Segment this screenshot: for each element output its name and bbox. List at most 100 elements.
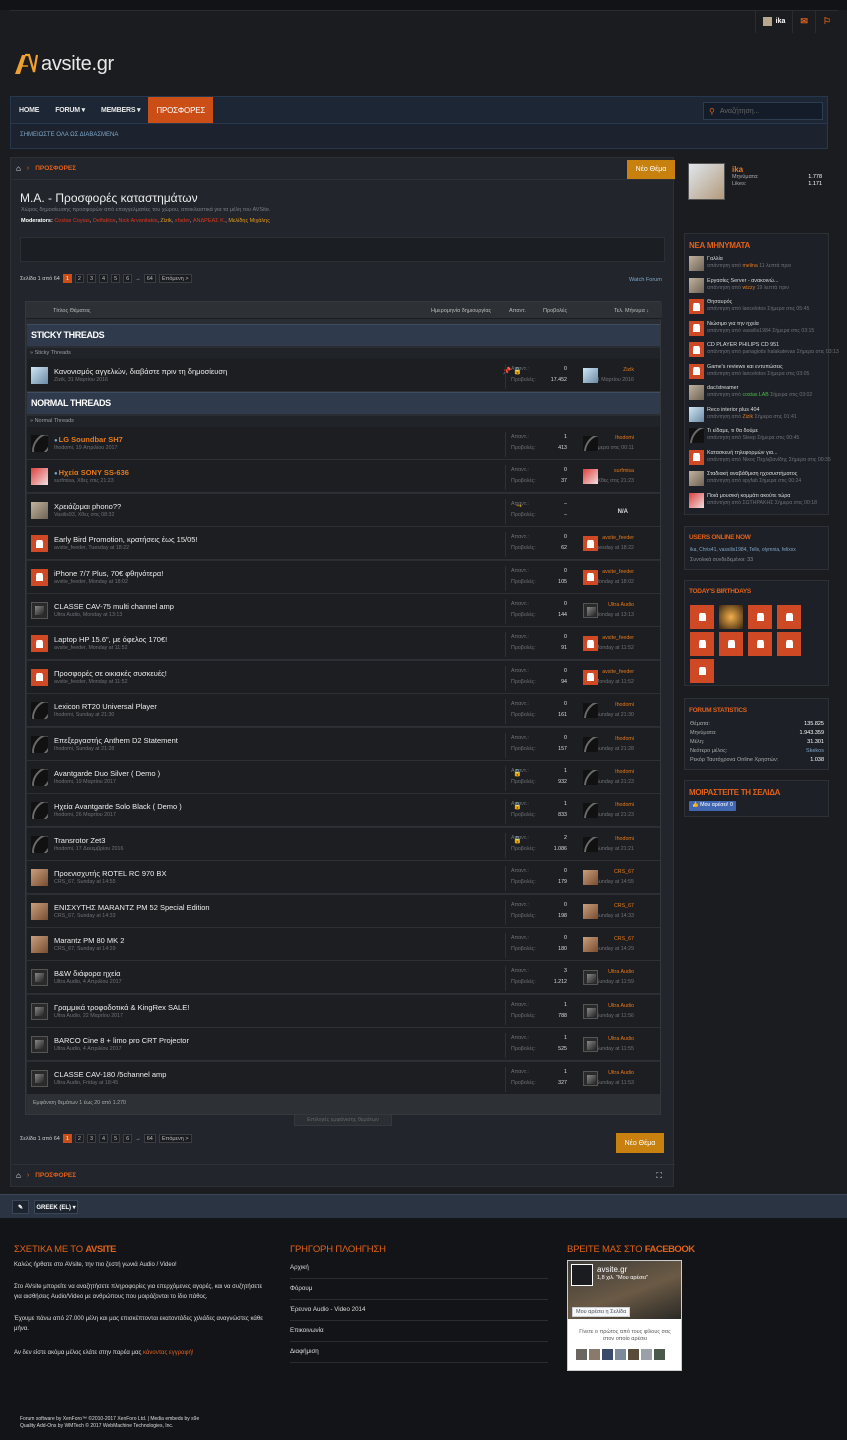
thread-title-link[interactable]: CLASSE CAV-75 multi channel amp — [54, 602, 174, 611]
facebook-like-button[interactable]: 👍 Μου αρέσει! 0 — [689, 801, 736, 811]
thread-title-link[interactable]: ●LG Soundbar SH7 — [54, 435, 123, 444]
thread-title-text[interactable]: Ηχεία Avantgarde Solo Black ( Demo ) — [54, 802, 182, 811]
page-link[interactable]: 6 — [123, 1134, 133, 1143]
birthday-avatar[interactable] — [690, 659, 714, 683]
page-link[interactable]: 3 — [86, 1134, 97, 1143]
display-options-button[interactable]: Επιλογές εμφάνισης θεμάτων — [294, 1114, 392, 1126]
last-poster-avatar[interactable] — [583, 1037, 598, 1053]
last-poster-avatar[interactable] — [583, 736, 598, 752]
birthday-avatar[interactable] — [690, 605, 714, 629]
new-post-title[interactable]: Γαλλία — [707, 256, 723, 262]
thread-title-link[interactable]: Κανονισμός αγγελιών, διαβάστε πριν τη δη… — [54, 367, 227, 376]
alerts-button[interactable]: ⚐ — [814, 10, 838, 33]
thread-title-text[interactable]: Avantgarde Duo Silver ( Demo ) — [54, 769, 160, 778]
thread-title-text[interactable]: CLASSE CAV-75 multi channel amp — [54, 602, 174, 611]
nav-forum[interactable]: FORUM ▾ — [47, 97, 93, 123]
search-input[interactable]: ⚲ Αναζήτηση... — [703, 102, 823, 120]
col-views[interactable]: Προβολές — [543, 308, 567, 314]
thread-row[interactable]: CLASSE CAV-75 multi channel amp Ultra Aud… — [27, 594, 660, 627]
footer-link-home[interactable]: Αρχική — [290, 1258, 548, 1279]
thread-row[interactable]: ΕΝΙΣΧΥΤΗΣ MARANTZ PM 52 Special Edition C… — [27, 894, 660, 928]
thread-title-link[interactable]: Επεξεργαστής Anthem D2 Statement — [54, 736, 178, 745]
author-avatar[interactable] — [31, 568, 48, 586]
last-poster-avatar[interactable] — [583, 1003, 598, 1019]
thread-title-text[interactable]: Γραμμικά τροφοδοτικά & KingRex SALE! — [54, 1003, 189, 1012]
thread-title-text[interactable]: Κανονισμός αγγελιών, διαβάστε πριν τη δη… — [54, 367, 227, 376]
thread-title-text[interactable]: BARCO Cine 8 + limo pro CRT Projector — [54, 1036, 189, 1045]
author-avatar[interactable] — [31, 802, 48, 820]
page-link[interactable]: 1 — [62, 274, 72, 283]
author-avatar[interactable] — [31, 869, 48, 887]
style-chooser-button[interactable]: ✎ — [12, 1200, 29, 1214]
new-post-item[interactable]: Γαλλία απάντηση από melina 11 λεπτά πριν — [689, 256, 827, 271]
author-avatar[interactable] — [31, 468, 48, 486]
watch-forum-link[interactable]: Watch Forum — [629, 277, 662, 283]
footer-link-forum[interactable]: Φόρουμ — [290, 1279, 548, 1300]
new-post-title[interactable]: Τι είδαμε, τι θα δούμε — [707, 428, 758, 434]
new-post-title[interactable]: Θησαυρός — [707, 299, 732, 305]
author-avatar[interactable] — [31, 1036, 48, 1054]
newest-member-link[interactable]: Skekos — [806, 748, 824, 754]
thread-title-link[interactable]: Transrotor Zet3 — [54, 836, 105, 845]
col-replies[interactable]: Απαντ. — [509, 308, 526, 314]
thread-row[interactable]: Ηχεία Avantgarde Solo Black ( Demo ) Ihod… — [27, 794, 660, 828]
thread-row[interactable]: Laptop HP 15.6", με όφελος 170€! avsite_f… — [27, 627, 660, 661]
facebook-like-page-button[interactable]: Μου αρέσει η Σελίδα — [572, 1307, 631, 1317]
last-poster-avatar[interactable] — [583, 1070, 598, 1086]
new-post-user[interactable]: wizzy — [742, 285, 755, 291]
thread-title-text[interactable]: B&W διάφορα ηχεία — [54, 969, 121, 978]
nav-offers[interactable]: ΠΡΟΣΦΟΡΕΣ — [148, 97, 214, 123]
last-poster-avatar[interactable] — [583, 536, 598, 552]
post-author-avatar[interactable] — [689, 406, 704, 422]
new-thread-button[interactable]: Νέο Θέμα — [627, 160, 675, 179]
new-post-user[interactable]: costas LAB — [742, 392, 768, 398]
new-post-item[interactable]: Reco interior plus 404 απάντηση από Zizik… — [689, 406, 827, 422]
new-post-title[interactable]: CD PLAYER PHILIPS CD 951 — [707, 342, 779, 348]
thread-title-text[interactable]: Laptop HP 15.6", με όφελος 170€! — [54, 635, 167, 644]
thread-title-link[interactable]: Marantz PM 80 MK 2 — [54, 936, 124, 945]
last-poster-avatar[interactable] — [583, 903, 598, 919]
last-poster-avatar[interactable] — [583, 970, 598, 986]
thread-title-text[interactable]: Marantz PM 80 MK 2 — [54, 936, 124, 945]
moderator-link[interactable]: Μελίδης Μιχάλης — [228, 218, 270, 224]
moderator-link[interactable]: xfader — [175, 218, 190, 224]
thread-title-text[interactable]: Early Bird Promotion, κρατήσεις έως 15/0… — [54, 535, 198, 544]
page-link[interactable]: 2 — [74, 274, 84, 283]
breadcrumb-current[interactable]: ΠΡΟΣΦΟΡΕΣ — [35, 1172, 76, 1179]
author-avatar[interactable] — [31, 969, 48, 987]
user-card-name[interactable]: ika — [732, 165, 743, 174]
author-avatar[interactable] — [31, 435, 48, 452]
col-last-message[interactable]: Τελ. Μήνυμα ↓ — [614, 308, 649, 314]
new-post-item[interactable]: Νιώσιμο για την ηχεία απάντηση από vassil… — [689, 320, 827, 336]
author-avatar[interactable] — [31, 668, 48, 686]
last-poster-avatar[interactable] — [583, 703, 598, 719]
last-poster-avatar[interactable] — [583, 636, 598, 652]
birthday-avatar[interactable] — [748, 605, 772, 629]
new-post-title[interactable]: Εργασίες Server - ανακοινώ... — [707, 278, 778, 284]
last-poster-avatar[interactable] — [583, 803, 598, 819]
register-link[interactable]: κάνοντας εγγραφή! — [143, 1350, 194, 1356]
site-logo[interactable]: avsite.gr — [14, 52, 114, 76]
birthday-avatar[interactable] — [748, 632, 772, 656]
thread-title-text[interactable]: Επεξεργαστής Anthem D2 Statement — [54, 736, 178, 745]
moderator-link[interactable]: Nick Arvanitakis — [119, 218, 158, 224]
author-avatar[interactable] — [31, 902, 48, 920]
new-post-item[interactable]: Τι είδαμε, τι θα δούμε απάντηση από Sleep… — [689, 428, 827, 443]
birthday-avatar[interactable] — [690, 632, 714, 656]
home-icon[interactable]: ⌂ — [16, 164, 21, 173]
thread-row[interactable]: Γραμμικά τροφοδοτικά & KingRex SALE! Ultr… — [27, 994, 660, 1028]
birthday-avatar[interactable] — [777, 605, 801, 629]
nav-home[interactable]: HOME — [11, 97, 47, 123]
thread-title-link[interactable]: Χρειάζομαι phono?? — [54, 502, 121, 511]
author-avatar[interactable] — [31, 635, 48, 653]
footer-link-contact[interactable]: Επικοινωνία — [290, 1321, 548, 1342]
inbox-button[interactable]: ✉ — [792, 10, 815, 33]
author-avatar[interactable] — [31, 535, 48, 553]
thread-title-text[interactable]: Χρειάζομαι phono?? — [54, 502, 121, 511]
author-avatar[interactable] — [31, 702, 48, 720]
author-avatar[interactable] — [31, 769, 48, 786]
new-post-title[interactable]: Reco interior plus 404 — [707, 407, 759, 413]
moderator-link[interactable]: Zizik — [160, 218, 171, 224]
last-poster-avatar[interactable] — [583, 368, 598, 383]
thread-title-link[interactable]: B&W διάφορα ηχεία — [54, 969, 121, 978]
